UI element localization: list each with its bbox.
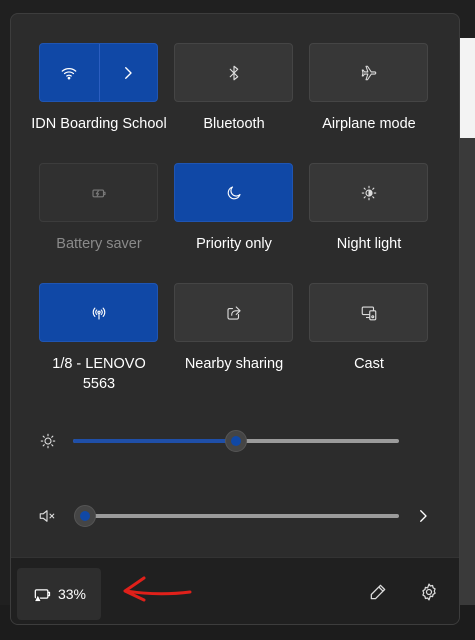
battery-percentage: 33%	[57, 586, 87, 602]
cast-icon	[361, 305, 376, 320]
tile-label-nearby-sharing: Nearby sharing	[184, 356, 284, 372]
nearby-sharing-tile[interactable]	[174, 283, 293, 342]
tile-label-airplane: Airplane mode	[322, 116, 416, 132]
chevron-right-icon	[125, 66, 132, 79]
tile-label-battery-saver: Battery saver	[56, 236, 142, 252]
tile-label-hotspot: 1/8 - LENOVO 5563	[52, 356, 146, 392]
pencil-icon[interactable]	[368, 582, 388, 602]
brightness-icon	[40, 433, 56, 449]
wifi-icon	[61, 67, 77, 79]
battery-icon	[34, 589, 51, 602]
battery-button[interactable]: 33%	[17, 568, 101, 620]
brightness-slider-row	[11, 426, 459, 456]
tile-label-cast: Cast	[354, 356, 384, 372]
bluetooth-tile[interactable]	[174, 43, 293, 102]
tile-label-priority-only: Priority only	[196, 236, 272, 252]
cast-tile[interactable]	[309, 283, 428, 342]
gear-icon[interactable]	[419, 582, 439, 602]
volume-thumb[interactable]	[74, 505, 96, 527]
background-window-edge	[460, 38, 475, 138]
quick-settings-panel: IDN Boarding School Bluetooth Airplane m…	[10, 13, 460, 625]
chevron-right-icon[interactable]	[414, 507, 432, 525]
wifi-toggle[interactable]	[40, 44, 100, 101]
wifi-expand-button[interactable]	[100, 44, 158, 101]
hotspot-icon	[92, 307, 105, 320]
brightness-fill	[73, 439, 236, 443]
tile-label-night-light: Night light	[336, 236, 402, 252]
brightness-thumb[interactable]	[225, 430, 247, 452]
airplane-icon	[361, 65, 376, 80]
quick-settings-footer: 33%	[11, 557, 459, 624]
wifi-tile[interactable]	[39, 43, 158, 102]
night-light-icon	[361, 185, 376, 200]
volume-muted-icon[interactable]	[37, 507, 57, 525]
battery-saver-icon	[91, 188, 106, 197]
annotation-arrow-icon	[123, 576, 192, 602]
battery-saver-tile[interactable]	[39, 163, 158, 222]
tile-label-bluetooth: Bluetooth	[203, 116, 265, 132]
airplane-tile[interactable]	[309, 43, 428, 102]
priority-only-tile[interactable]	[174, 163, 293, 222]
mobile-hotspot-tile[interactable]	[39, 283, 158, 342]
volume-slider-row	[11, 501, 459, 531]
bluetooth-icon	[229, 65, 238, 80]
share-icon	[226, 305, 241, 320]
background-window	[460, 138, 475, 608]
tile-label-wifi: IDN Boarding School	[31, 116, 167, 132]
moon-icon	[227, 185, 241, 199]
volume-track[interactable]	[85, 514, 399, 518]
night-light-tile[interactable]	[309, 163, 428, 222]
